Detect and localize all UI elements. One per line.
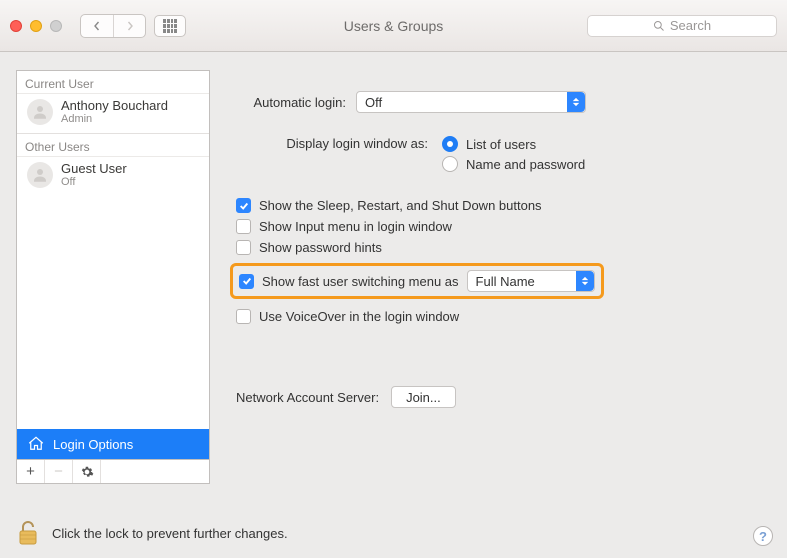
search-input[interactable]: Search bbox=[587, 15, 777, 37]
login-options-row[interactable]: Login Options bbox=[17, 429, 209, 459]
display-login-label: Display login window as: bbox=[236, 136, 442, 151]
check-hints-label: Show password hints bbox=[259, 240, 382, 255]
actions-menu-button[interactable] bbox=[73, 460, 101, 483]
check-input-label: Show Input menu in login window bbox=[259, 219, 452, 234]
check-input-menu[interactable]: Show Input menu in login window bbox=[236, 219, 761, 234]
section-header-other: Other Users bbox=[17, 134, 209, 157]
section-header-current: Current User bbox=[17, 71, 209, 94]
check-fast-switch[interactable]: Show fast user switching menu as bbox=[239, 274, 459, 289]
current-user-row[interactable]: Anthony Bouchard Admin bbox=[17, 94, 209, 133]
guest-user-name: Guest User bbox=[61, 161, 127, 176]
close-icon[interactable] bbox=[10, 20, 22, 32]
radio-name-password[interactable]: Name and password bbox=[442, 156, 585, 172]
fast-switch-value: Full Name bbox=[476, 274, 535, 289]
window-title: Users & Groups bbox=[344, 18, 444, 34]
checkbox-off-icon bbox=[236, 309, 251, 324]
auto-login-select[interactable]: Off bbox=[356, 91, 586, 113]
back-button[interactable] bbox=[81, 15, 113, 37]
radio-off-icon bbox=[442, 156, 458, 172]
lock-open-icon[interactable] bbox=[16, 519, 40, 547]
remove-user-button[interactable]: − bbox=[45, 460, 73, 483]
guest-user-role: Off bbox=[61, 176, 127, 188]
network-account-label: Network Account Server: bbox=[236, 390, 379, 405]
check-voiceover-label: Use VoiceOver in the login window bbox=[259, 309, 459, 324]
highlight-fast-switch: Show fast user switching menu as Full Na… bbox=[230, 263, 604, 299]
apps-grid-icon bbox=[163, 19, 177, 33]
check-voiceover[interactable]: Use VoiceOver in the login window bbox=[236, 309, 761, 324]
add-user-button[interactable]: + bbox=[17, 460, 45, 483]
user-sidebar: Current User Anthony Bouchard Admin Othe… bbox=[16, 70, 210, 460]
stepper-icon bbox=[576, 271, 594, 291]
current-user-role: Admin bbox=[61, 113, 168, 125]
sidebar-actions: + − bbox=[16, 460, 210, 484]
gear-icon bbox=[80, 465, 94, 479]
toolbar: Users & Groups Search bbox=[0, 0, 787, 52]
search-icon bbox=[653, 20, 665, 32]
checkbox-off-icon bbox=[236, 240, 251, 255]
checkbox-on-icon bbox=[239, 274, 254, 289]
fast-switch-select[interactable]: Full Name bbox=[467, 270, 595, 292]
maximize-icon[interactable] bbox=[50, 20, 62, 32]
main-panel: Automatic login: Off Display login windo… bbox=[224, 70, 771, 558]
house-icon bbox=[27, 435, 45, 453]
minimize-icon[interactable] bbox=[30, 20, 42, 32]
lock-text: Click the lock to prevent further change… bbox=[52, 526, 288, 541]
content: Current User Anthony Bouchard Admin Othe… bbox=[0, 52, 787, 558]
join-button[interactable]: Join... bbox=[391, 386, 456, 408]
nav-back-forward bbox=[80, 14, 146, 38]
current-user-name: Anthony Bouchard bbox=[61, 98, 168, 113]
avatar bbox=[27, 99, 53, 125]
check-sleep-label: Show the Sleep, Restart, and Shut Down b… bbox=[259, 198, 542, 213]
guest-user-row[interactable]: Guest User Off bbox=[17, 157, 209, 196]
help-button[interactable]: ? bbox=[753, 526, 773, 546]
radio-namepw-label: Name and password bbox=[466, 157, 585, 172]
checkbox-off-icon bbox=[236, 219, 251, 234]
radio-list-of-users[interactable]: List of users bbox=[442, 136, 585, 152]
search-placeholder: Search bbox=[670, 18, 711, 33]
check-password-hints[interactable]: Show password hints bbox=[236, 240, 761, 255]
login-options-label: Login Options bbox=[53, 437, 133, 452]
footer: Click the lock to prevent further change… bbox=[0, 508, 787, 558]
radio-list-label: List of users bbox=[466, 137, 536, 152]
radio-on-icon bbox=[442, 136, 458, 152]
checkbox-on-icon bbox=[236, 198, 251, 213]
auto-login-value: Off bbox=[365, 95, 382, 110]
avatar bbox=[27, 162, 53, 188]
auto-login-label: Automatic login: bbox=[236, 95, 356, 110]
forward-button[interactable] bbox=[113, 15, 145, 37]
check-fastswitch-label: Show fast user switching menu as bbox=[262, 274, 459, 289]
stepper-icon bbox=[567, 92, 585, 112]
check-sleep-restart[interactable]: Show the Sleep, Restart, and Shut Down b… bbox=[236, 198, 761, 213]
help-icon: ? bbox=[759, 529, 767, 544]
traffic-lights bbox=[10, 20, 62, 32]
show-all-button[interactable] bbox=[154, 15, 186, 37]
